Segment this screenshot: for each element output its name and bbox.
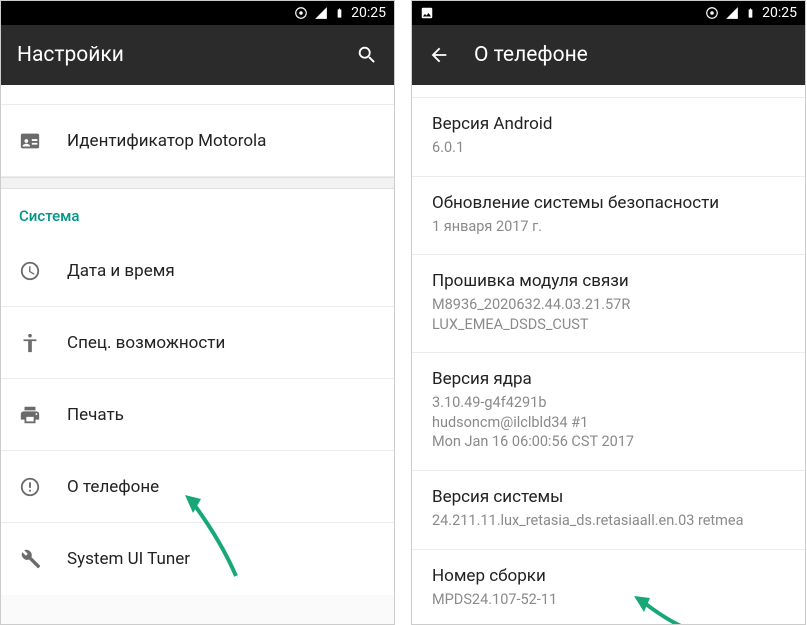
info-primary: Прошивка модуля связи: [432, 271, 785, 291]
signal-icon: [314, 6, 328, 20]
sync-icon: [705, 6, 719, 20]
list-item-about-phone[interactable]: О телефоне: [1, 451, 394, 523]
settings-list: Идентификатор Motorola Система Дата и вр…: [1, 85, 394, 624]
info-secondary: 6.0.1: [432, 138, 785, 158]
section-header-system: Система: [1, 189, 394, 235]
list-item-accessibility[interactable]: Спец. возможности: [1, 307, 394, 379]
list-item-print[interactable]: Печать: [1, 379, 394, 451]
list-item-label: Спец. возможности: [67, 333, 225, 353]
signal-icon: [725, 6, 739, 20]
list-item-systemui-tuner[interactable]: System UI Tuner: [1, 523, 394, 595]
info-secondary: 1 января 2017 г.: [432, 217, 785, 237]
page-title: Настройки: [17, 43, 124, 67]
list-item-date-time[interactable]: Дата и время: [1, 235, 394, 307]
page-title: О телефоне: [474, 43, 588, 67]
app-bar: Настройки: [1, 25, 394, 85]
info-block-android-version[interactable]: Версия Android 6.0.1: [412, 98, 805, 177]
back-arrow-icon[interactable]: [428, 44, 450, 66]
wrench-icon: [19, 548, 41, 570]
app-bar: О телефоне: [412, 25, 805, 85]
info-primary: Обновление системы безопасности: [432, 193, 785, 213]
phone-right: 20:25 О телефоне Версия Android 6.0.1 Об…: [411, 0, 806, 625]
status-time: 20:25: [351, 5, 386, 21]
info-primary: Версия ядра: [432, 369, 785, 389]
sync-icon: [294, 6, 308, 20]
image-icon: [420, 6, 434, 20]
info-primary: Версия Android: [432, 114, 785, 134]
info-primary: Номер сборки: [432, 566, 785, 586]
accessibility-icon: [19, 332, 41, 354]
info-icon: [19, 476, 41, 498]
info-secondary: M8936_2020632.44.03.21.57R LUX_EMEA_DSDS…: [432, 295, 785, 334]
list-item-label: О телефоне: [67, 477, 159, 497]
list-item-label: System UI Tuner: [67, 549, 190, 569]
id-card-icon: [19, 130, 41, 152]
info-secondary: MPDS24.107-52-11: [432, 590, 785, 610]
status-time: 20:25: [762, 5, 797, 21]
info-secondary: 3.10.49-g4f4291b hudsoncm@ilclbld34 #1 M…: [432, 393, 785, 452]
list-item-motorola-id[interactable]: Идентификатор Motorola: [1, 105, 394, 177]
search-icon[interactable]: [356, 44, 378, 66]
status-bar: 20:25: [1, 1, 394, 25]
info-block-build-number[interactable]: Номер сборки MPDS24.107-52-11: [412, 550, 805, 625]
info-block-partial: [412, 85, 805, 98]
info-block-baseband[interactable]: Прошивка модуля связи M8936_2020632.44.0…: [412, 255, 805, 353]
section-divider: [1, 177, 394, 189]
info-block-system-version[interactable]: Версия системы 24.211.11.lux_retasia_ds.…: [412, 471, 805, 550]
about-list: Версия Android 6.0.1 Обновление системы …: [412, 85, 805, 624]
info-secondary: 24.211.11.lux_retasia_ds.retasiaall.en.0…: [432, 511, 785, 531]
battery-icon: [334, 6, 345, 20]
info-block-kernel[interactable]: Версия ядра 3.10.49-g4f4291b hudsoncm@il…: [412, 353, 805, 471]
status-bar: 20:25: [412, 1, 805, 25]
print-icon: [19, 404, 41, 426]
phone-left: 20:25 Настройки Идентификатор Motorola С…: [0, 0, 395, 625]
list-item-label: Печать: [67, 405, 124, 425]
info-primary: Версия системы: [432, 487, 785, 507]
list-item-partial: [1, 85, 394, 105]
battery-icon: [745, 6, 756, 20]
clock-icon: [19, 260, 41, 282]
list-item-label: Дата и время: [67, 261, 175, 281]
info-block-security-patch[interactable]: Обновление системы безопасности 1 января…: [412, 177, 805, 256]
list-item-label: Идентификатор Motorola: [67, 131, 266, 151]
